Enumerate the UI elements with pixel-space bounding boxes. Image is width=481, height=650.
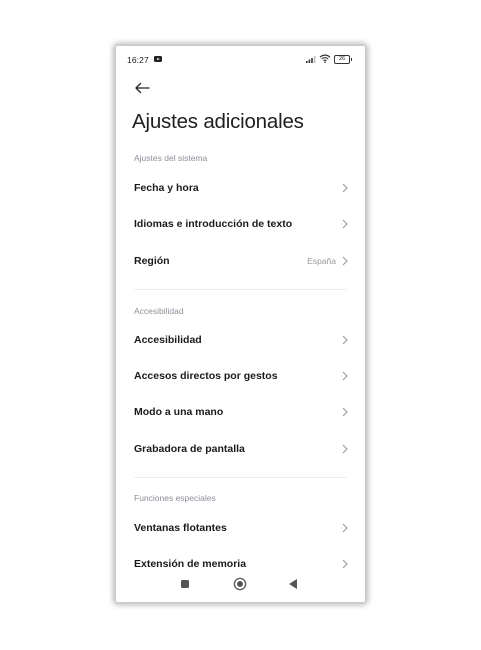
row-modo-una-mano[interactable]: Modo a una mano	[116, 394, 365, 430]
row-label: Fecha y hora	[134, 182, 199, 194]
chevron-right-icon	[342, 335, 348, 345]
row-accesos-directos[interactable]: Accesos directos por gestos	[116, 358, 365, 394]
row-fecha-y-hora[interactable]: Fecha y hora	[116, 170, 365, 206]
row-idiomas[interactable]: Idiomas e introducción de texto	[116, 206, 365, 242]
youtube-notification-icon	[154, 56, 162, 62]
row-label: Región	[134, 255, 170, 267]
row-label: Accesibilidad	[134, 334, 202, 346]
page-title: Ajustes adicionales	[132, 110, 304, 133]
chevron-right-icon	[342, 256, 348, 266]
recents-square-icon[interactable]	[181, 580, 189, 588]
chevron-right-icon	[342, 407, 348, 417]
battery-icon: 26	[334, 55, 352, 64]
section-header-special: Funciones especiales	[134, 493, 216, 503]
row-region[interactable]: Región España	[116, 243, 365, 279]
row-label: Grabadora de pantalla	[134, 443, 245, 455]
row-ventanas-flotantes[interactable]: Ventanas flotantes	[116, 510, 365, 546]
back-triangle-icon[interactable]	[289, 579, 297, 589]
row-label: Extensión de memoria	[134, 558, 247, 570]
section-divider	[134, 289, 347, 290]
chevron-right-icon	[342, 371, 348, 381]
row-accesibilidad[interactable]: Accesibilidad	[116, 322, 365, 358]
row-label: Ventanas flotantes	[134, 522, 227, 534]
chevron-right-icon	[342, 183, 348, 193]
status-bar: 16:27 26	[116, 46, 365, 72]
chevron-right-icon	[342, 559, 348, 569]
back-arrow-button[interactable]	[132, 78, 152, 98]
chevron-right-icon	[342, 523, 348, 533]
phone-screen: 16:27 26 Ajustes adicionales Ajustes del…	[116, 46, 365, 602]
row-label: Modo a una mano	[134, 406, 224, 418]
chevron-right-icon	[342, 444, 348, 454]
section-divider	[134, 477, 347, 478]
row-label: Idiomas e introducción de texto	[134, 218, 293, 230]
wifi-icon	[319, 54, 331, 63]
section-header-accessibility: Accesibilidad	[134, 306, 184, 316]
row-label: Accesos directos por gestos	[134, 370, 278, 382]
back-arrow-icon	[135, 82, 150, 94]
navigation-bar	[116, 572, 365, 602]
section-header-system: Ajustes del sistema	[134, 153, 208, 163]
status-time: 16:27	[127, 55, 149, 65]
home-circle-icon[interactable]	[233, 577, 247, 591]
chevron-right-icon	[342, 219, 348, 229]
signal-icon	[306, 56, 316, 63]
row-value: España	[307, 256, 336, 266]
row-grabadora[interactable]: Grabadora de pantalla	[116, 431, 365, 467]
